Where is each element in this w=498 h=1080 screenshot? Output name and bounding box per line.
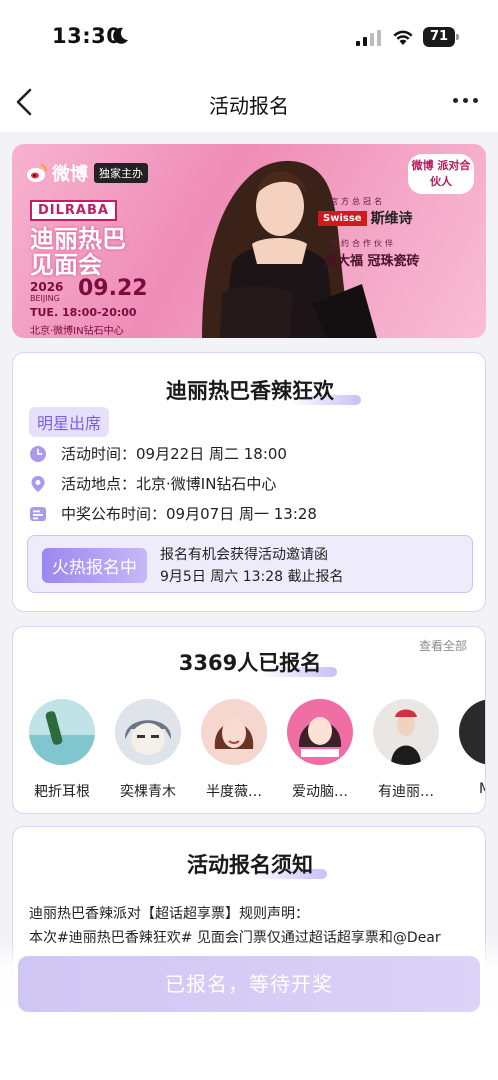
battery-icon: 71 — [423, 27, 459, 47]
notice-line-1: 迪丽热巴香辣派对【超话超享票】规则声明： — [29, 906, 309, 922]
event-banner[interactable]: 微博 独家主办 DILRABA 迪丽热巴见面会 2026 BEIJING 09.… — [12, 144, 486, 338]
event-location-row: 活动地点： 北京·微博IN钻石中心 — [29, 473, 276, 494]
event-announce-label: 中奖公布时间： — [61, 505, 167, 523]
registrant-item[interactable]: 爱动脑… — [277, 699, 363, 801]
page-title: 活动报名 — [209, 94, 289, 118]
registered-waiting-button[interactable]: 已报名，等待开奖 — [18, 956, 480, 1012]
registrant-item[interactable]: 有迪丽… — [363, 699, 449, 801]
event-location-label: 活动地点： — [61, 475, 137, 493]
registration-deadline-text: 9月5日 周六 13:28 截止报名 — [160, 569, 344, 585]
avatar[interactable] — [201, 699, 267, 765]
registrant-name: 奕棵青木 — [120, 784, 176, 800]
weibo-text: 微博 — [52, 164, 88, 185]
weibo-icon — [27, 164, 48, 182]
exclusive-tag: 独家主办 — [94, 163, 148, 183]
registrant-item[interactable]: 耙折耳根 — [19, 699, 105, 801]
weibo-logo: 微博 独家主办 — [26, 160, 148, 186]
sponsor-cn: 斯维诗 — [370, 211, 413, 227]
registrant-name: Myr — [478, 781, 485, 797]
registrant-list[interactable]: 耙折耳根 奕棵青木 半度薇… 爱动脑… 有迪丽… M — [13, 699, 485, 809]
avatar[interactable] — [115, 699, 181, 765]
clock-icon — [30, 445, 46, 462]
partner-logos: 周大福 冠珠瓷砖 — [324, 254, 420, 269]
party-partner-badge: 微博 派对合伙人 — [408, 154, 474, 194]
notice-title: 活动报名须知 — [187, 853, 313, 877]
registrant-name: 有迪丽… — [378, 784, 434, 800]
location-pin-icon — [31, 475, 45, 492]
event-time-row: 活动时间： 09月22日 周二 18:00 — [29, 443, 287, 464]
banner-year: 2026 — [30, 280, 64, 294]
event-time-value: 09月22日 周二 18:00 — [136, 445, 287, 463]
registrant-item[interactable]: Myr — [449, 699, 485, 797]
battery-level: 71 — [429, 29, 449, 44]
signal-icon — [356, 30, 381, 46]
event-location-value: 北京·微博IN钻石中心 — [136, 475, 277, 493]
registrant-item[interactable]: 半度薇… — [191, 699, 277, 801]
registration-benefit-text: 报名有机会获得活动邀请函 — [160, 547, 328, 563]
event-time-label: 活动时间： — [61, 445, 137, 463]
banner-brand: DILRABA — [30, 200, 117, 221]
star-attending-badge: 明星出席 — [29, 407, 110, 437]
event-announce-value: 09月07日 周一 13:28 — [166, 505, 317, 523]
sponsor-logo: Swisse 斯维诗 — [318, 208, 413, 228]
registration-status-box: 火热报名中 报名有机会获得活动邀请函 9月5日 周六 13:28 截止报名 — [27, 535, 473, 593]
banner-city: BEIJING — [30, 294, 60, 303]
banner-event-name: 迪丽热巴见面会 — [30, 225, 126, 279]
registrant-name: 半度薇… — [206, 784, 262, 800]
announcement-icon — [30, 506, 46, 521]
partner-label: 特约合作伙伴 — [330, 239, 396, 248]
sponsor-label: 官方总冠名 — [330, 197, 385, 206]
registrant-item[interactable]: 奕棵青木 — [105, 699, 191, 801]
avatar[interactable] — [29, 699, 95, 765]
sponsor-brand: Swisse — [318, 210, 367, 226]
more-options-icon[interactable] — [450, 98, 482, 108]
registrant-name: 耙折耳根 — [34, 784, 90, 800]
registrant-count: 3369人已报名 — [178, 651, 322, 675]
registrant-name: 爱动脑… — [292, 784, 348, 800]
nav-bar: 活动报名 — [0, 72, 498, 132]
hot-registration-button[interactable]: 火热报名中 — [42, 548, 147, 583]
event-announce-row: 中奖公布时间： 09月07日 周一 13:28 — [29, 503, 317, 524]
status-bar: 13:30 71 — [0, 0, 498, 72]
wifi-icon — [393, 30, 413, 45]
moon-icon — [113, 27, 128, 44]
avatar[interactable] — [373, 699, 439, 765]
banner-time: TUE. 18:00-20:00 — [30, 306, 137, 319]
banner-date: 09.22 — [78, 276, 148, 301]
avatar[interactable] — [287, 699, 353, 765]
banner-venue: 北京·微博IN钻石中心 — [30, 326, 124, 337]
event-info-card: 迪丽热巴香辣狂欢 明星出席 活动时间： 09月22日 周二 18:00 活动地点… — [12, 352, 486, 612]
event-title: 迪丽热巴香辣狂欢 — [166, 379, 334, 403]
avatar[interactable] — [459, 699, 485, 765]
registrants-card: 查看全部 3369人已报名 耙折耳根 奕棵青木 半度薇… 爱动脑… 有迪丽… M — [12, 626, 486, 814]
